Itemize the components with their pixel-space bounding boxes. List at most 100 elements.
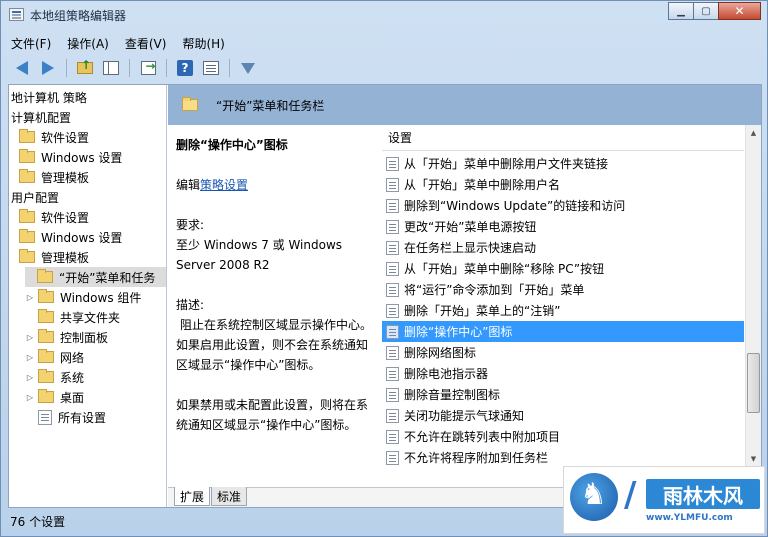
policy-setting-icon — [386, 345, 399, 360]
show-hide-tree-icon — [103, 61, 119, 75]
list-item-label: 删除到“Windows Update”的链接和访问 — [404, 199, 626, 213]
expand-arrow-icon[interactable]: ▷ — [25, 373, 35, 382]
tree-item-windows-settings[interactable]: Windows 设置 — [19, 147, 122, 167]
tree-item-control-panel[interactable]: ▷ 控制面板 — [25, 327, 108, 347]
policy-tree[interactable]: 地计算机 策略 计算机配置 软件设置 Windows 设置 管理模板 用户配置 — [9, 85, 167, 507]
tree-item-label: 软件设置 — [41, 130, 90, 145]
tree-item-label: 管理模板 — [41, 170, 90, 185]
details-pane: “开始”菜单和任务栏 删除“操作中心”图标 编辑策略设置 要求: 至少 Wind… — [168, 85, 761, 507]
folder-icon — [38, 369, 54, 383]
list-item[interactable]: 删除电池指示器 — [382, 363, 744, 384]
tree-item-desktop[interactable]: ▷ 桌面 — [25, 387, 84, 407]
policy-setting-icon — [386, 450, 399, 465]
toolbar-separator — [66, 59, 67, 77]
tree-item-windows-components[interactable]: ▷ Windows 组件 — [25, 287, 141, 307]
menu-view[interactable]: 查看(V) — [125, 35, 167, 52]
list-item-selected[interactable]: 删除“操作中心”图标 — [382, 321, 744, 342]
list-item[interactable]: 删除「开始」菜单上的“注销” — [382, 300, 744, 321]
expand-arrow-icon[interactable]: ▷ — [25, 353, 35, 362]
vertical-scrollbar[interactable]: ▲ ▼ — [745, 125, 761, 467]
expand-arrow-icon[interactable]: ▷ — [25, 293, 35, 302]
list-item[interactable]: 删除到“Windows Update”的链接和访问 — [382, 195, 744, 216]
tree-item-network[interactable]: ▷ 网络 — [25, 347, 84, 367]
tree-item-label: 网络 — [60, 350, 85, 365]
show-hide-tree-button[interactable] — [100, 58, 122, 78]
minimize-button[interactable]: ▁ — [668, 2, 694, 20]
export-list-icon — [140, 59, 156, 75]
help-button[interactable]: ? — [174, 58, 196, 78]
maximize-icon: ▢ — [701, 5, 711, 17]
scroll-down-icon[interactable]: ▼ — [746, 451, 761, 467]
tree-item-label: 系统 — [60, 370, 85, 385]
export-list-button[interactable] — [137, 58, 159, 78]
watermark-slash: / — [624, 475, 637, 515]
menu-help[interactable]: 帮助(H) — [182, 35, 224, 52]
requirements-label: 要求: — [176, 218, 205, 232]
list-item[interactable]: 从「开始」菜单中删除用户名 — [382, 174, 744, 195]
list-item-label: 删除网络图标 — [404, 346, 477, 360]
folder-icon — [38, 349, 54, 363]
folder-icon — [19, 249, 35, 263]
tree-item-label: 计算机配置 — [11, 110, 72, 125]
tree-item-start-menu-taskbar[interactable]: “开始”菜单和任务 — [25, 267, 166, 287]
folder-icon — [19, 149, 35, 163]
tree-item-user-admin-templates[interactable]: 管理模板 — [19, 247, 89, 267]
list-item-label: 从「开始」菜单中删除用户文件夹链接 — [404, 157, 609, 171]
title-bar[interactable]: 本地组策略编辑器 ▁ ▢ ✕ — [1, 1, 767, 29]
tree-item-label: 管理模板 — [41, 250, 90, 265]
description-label: 描述: — [176, 298, 205, 312]
folder-icon — [38, 329, 54, 343]
tree-item-system[interactable]: ▷ 系统 — [25, 367, 84, 387]
tree-item-label: Windows 组件 — [60, 290, 142, 305]
tree-item-admin-templates[interactable]: 管理模板 — [19, 167, 89, 187]
tree-item-user-software-settings[interactable]: 软件设置 — [19, 207, 89, 227]
list-item[interactable]: 在任务栏上显示快速启动 — [382, 237, 744, 258]
properties-button[interactable] — [200, 58, 222, 78]
tree-item-label: Windows 设置 — [41, 230, 123, 245]
list-item[interactable]: 删除网络图标 — [382, 342, 744, 363]
up-one-level-button[interactable] — [74, 58, 96, 78]
list-item[interactable]: 将“运行”命令添加到「开始」菜单 — [382, 279, 744, 300]
folder-icon — [19, 209, 35, 223]
tab-extended[interactable]: 扩展 — [174, 487, 211, 506]
tree-item-user-config[interactable]: 用户配置 — [11, 187, 59, 207]
expand-arrow-icon[interactable]: ▷ — [25, 333, 35, 342]
tree-item-label: 地计算机 策略 — [11, 90, 87, 105]
tree-item-computer-config[interactable]: 计算机配置 — [11, 107, 71, 127]
policy-setting-icon — [386, 177, 399, 192]
menu-file[interactable]: 文件(F) — [11, 35, 51, 52]
menu-action[interactable]: 操作(A) — [67, 35, 109, 52]
list-item[interactable]: 从「开始」菜单中删除“移除 PC”按钮 — [382, 258, 744, 279]
minimize-icon: ▁ — [677, 5, 685, 17]
tree-item-all-settings[interactable]: 所有设置 — [38, 407, 106, 427]
tree-item-user-windows-settings[interactable]: Windows 设置 — [19, 227, 122, 247]
tree-item-software-settings[interactable]: 软件设置 — [19, 127, 89, 147]
list-item[interactable]: 不允许将程序附加到任务栏 — [382, 447, 744, 468]
list-item-label: 删除“操作中心”图标 — [404, 325, 513, 339]
filter-button[interactable] — [237, 58, 259, 78]
column-header-setting[interactable]: 设置 — [382, 125, 744, 151]
list-item[interactable]: 不允许在跳转列表中附加项目 — [382, 426, 744, 447]
list-item[interactable]: 更改“开始”菜单电源按钮 — [382, 216, 744, 237]
policy-setting-icon — [386, 282, 399, 297]
list-item[interactable]: 关闭功能提示气球通知 — [382, 405, 744, 426]
tree-item-root[interactable]: 地计算机 策略 — [11, 87, 87, 107]
forward-button[interactable] — [37, 58, 59, 78]
tree-item-label: 软件设置 — [41, 210, 90, 225]
requirements-text: 至少 Windows 7 或 Windows Server 2008 R2 — [176, 238, 343, 272]
list-item[interactable]: 删除音量控制图标 — [382, 384, 744, 405]
maximize-button[interactable]: ▢ — [693, 2, 719, 20]
list-item[interactable]: 从「开始」菜单中删除用户文件夹链接 — [382, 153, 744, 174]
scroll-up-icon[interactable]: ▲ — [746, 125, 761, 141]
policy-setting-icon — [386, 198, 399, 213]
edit-policy-link[interactable]: 策略设置 — [200, 178, 248, 192]
back-button[interactable] — [11, 58, 33, 78]
expand-arrow-icon[interactable]: ▷ — [25, 393, 35, 402]
main-content: 地计算机 策略 计算机配置 软件设置 Windows 设置 管理模板 用户配置 — [8, 84, 762, 508]
tab-standard[interactable]: 标准 — [211, 487, 248, 506]
tree-item-shared-folders[interactable]: 共享文件夹 — [38, 307, 120, 327]
list-item-label: 不允许将程序附加到任务栏 — [404, 451, 549, 465]
scrollbar-thumb[interactable] — [747, 353, 760, 413]
description-text-disabled: 如果禁用或未配置此设置，则将在系统通知区域显示“操作中心”图标。 — [176, 398, 369, 432]
close-button[interactable]: ✕ — [718, 2, 761, 20]
